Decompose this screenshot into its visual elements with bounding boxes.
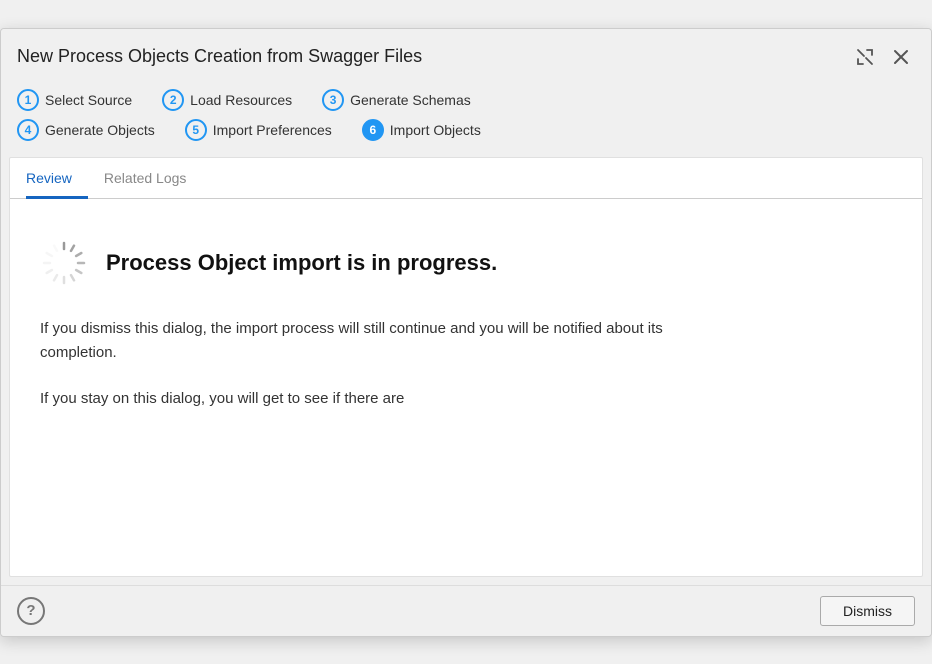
step-6-label: Import Objects: [390, 122, 481, 138]
step-3: 3 Generate Schemas: [322, 89, 471, 111]
dialog: New Process Objects Creation from Swagge…: [0, 28, 932, 637]
steps-row-2: 4 Generate Objects 5 Import Preferences …: [17, 119, 915, 141]
message-2: If you stay on this dialog, you will get…: [40, 387, 720, 411]
step-1-label: Select Source: [45, 92, 132, 108]
progress-title: Process Object import is in progress.: [106, 250, 497, 276]
dismiss-label: Dismiss: [843, 603, 892, 619]
title-bar: New Process Objects Creation from Swagge…: [1, 29, 931, 79]
content-area: Review Related Logs: [9, 157, 923, 577]
expand-icon: [856, 48, 874, 66]
close-icon: [893, 49, 909, 65]
tab-content: Process Object import is in progress. If…: [10, 199, 922, 463]
spinner: [40, 239, 88, 287]
dismiss-button[interactable]: Dismiss: [820, 596, 915, 626]
step-1: 1 Select Source: [17, 89, 132, 111]
step-4: 4 Generate Objects: [17, 119, 155, 141]
step-2: 2 Load Resources: [162, 89, 292, 111]
title-actions: [851, 43, 915, 71]
tabs: Review Related Logs: [10, 158, 922, 199]
step-3-label: Generate Schemas: [350, 92, 471, 108]
progress-section: Process Object import is in progress.: [40, 239, 892, 287]
help-button[interactable]: ?: [17, 597, 45, 625]
step-6-num: 6: [362, 119, 384, 141]
step-6: 6 Import Objects: [362, 119, 481, 141]
step-4-num: 4: [17, 119, 39, 141]
tab-review[interactable]: Review: [26, 158, 88, 199]
step-5-num: 5: [185, 119, 207, 141]
step-5-label: Import Preferences: [213, 122, 332, 138]
step-2-label: Load Resources: [190, 92, 292, 108]
step-3-num: 3: [322, 89, 344, 111]
spinner-icon: [40, 239, 88, 287]
step-4-label: Generate Objects: [45, 122, 155, 138]
step-1-num: 1: [17, 89, 39, 111]
expand-button[interactable]: [851, 43, 879, 71]
steps-row-1: 1 Select Source 2 Load Resources 3 Gener…: [17, 89, 915, 111]
help-label: ?: [26, 602, 35, 619]
close-button[interactable]: [887, 43, 915, 71]
footer: ? Dismiss: [1, 585, 931, 636]
step-5: 5 Import Preferences: [185, 119, 332, 141]
dialog-title: New Process Objects Creation from Swagge…: [17, 46, 422, 67]
steps-area: 1 Select Source 2 Load Resources 3 Gener…: [1, 79, 931, 157]
step-2-num: 2: [162, 89, 184, 111]
tab-related-logs[interactable]: Related Logs: [104, 158, 203, 199]
message-1: If you dismiss this dialog, the import p…: [40, 317, 720, 365]
